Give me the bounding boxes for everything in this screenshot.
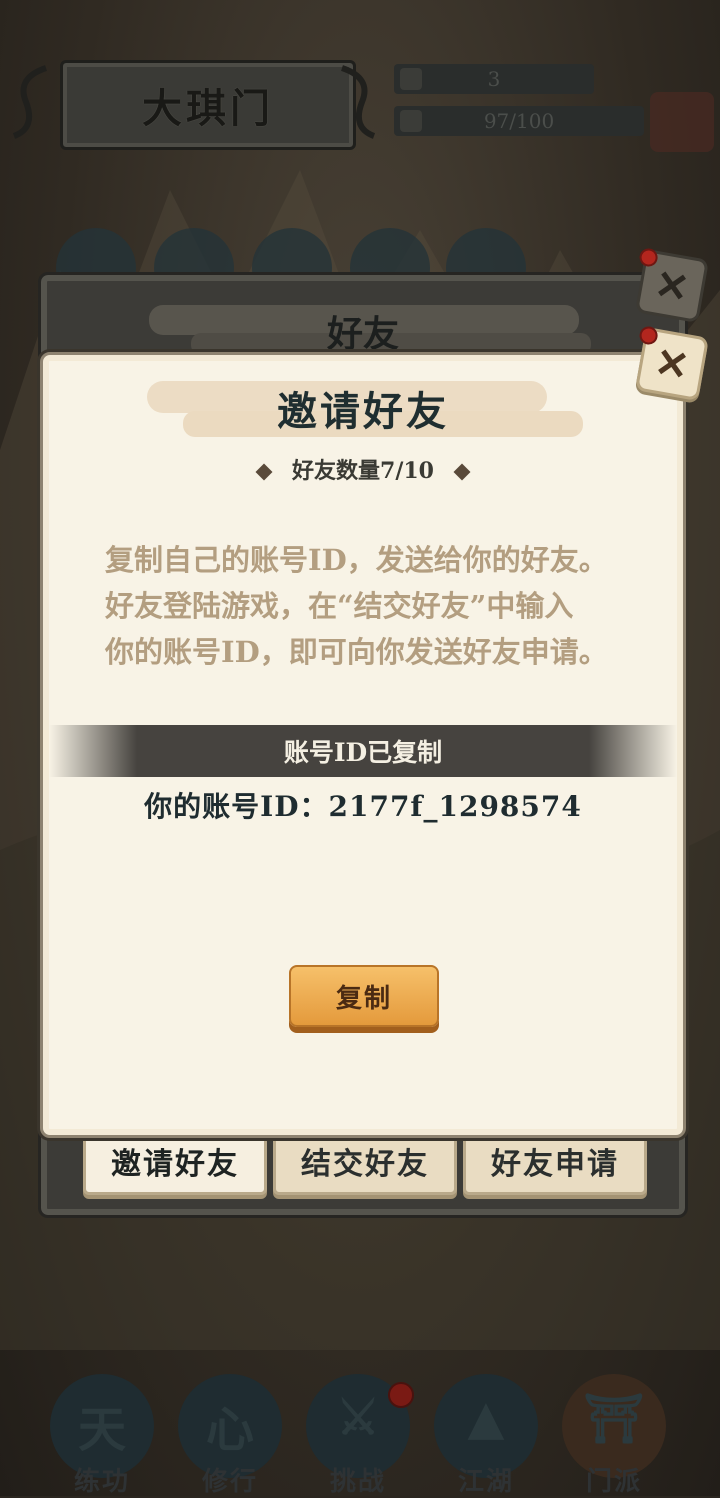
- instruction-line: 好友登陆游戏，在“结交好友”中输入: [105, 589, 574, 623]
- instruction-line: 复制自己的账号ID，发送给你的好友。: [105, 543, 608, 577]
- friend-count-row: 好友数量7/10: [43, 453, 683, 485]
- progress-icon: [400, 110, 422, 132]
- bottom-navigation: 天 练功 心 修行 ⚔ 挑战 ▲ 江湖 ⛩ 门派: [0, 1360, 720, 1497]
- resource-stat: 3: [394, 64, 594, 94]
- friends-panel-title: 好友: [326, 313, 399, 355]
- progress-value: 97/100: [483, 109, 555, 133]
- sect-name: 大琪门: [142, 85, 274, 132]
- nav-jianghu[interactable]: ▲ 江湖: [434, 1374, 538, 1497]
- friend-count: 好友数量7/10: [292, 458, 434, 484]
- gate-icon: ⛩: [583, 1391, 645, 1447]
- diamond-icon: [255, 463, 273, 481]
- heart-glyph-icon: 心: [205, 1402, 254, 1458]
- nav-practice[interactable]: 天 练功: [50, 1374, 154, 1497]
- top-bar: 大琪门 3 97/100: [0, 40, 720, 152]
- nav-label: 江湖: [457, 1467, 514, 1497]
- dialog-title: 邀请好友: [277, 388, 449, 435]
- nav-label: 修行: [201, 1467, 258, 1497]
- notification-dot: [388, 1382, 414, 1408]
- banner-scroll-left-icon: [12, 65, 48, 139]
- close-icon: ✕: [651, 259, 693, 313]
- nav-sect[interactable]: ⛩ 门派: [562, 1374, 666, 1497]
- resource-icon: [400, 68, 422, 90]
- treasure-chest-icon[interactable]: [650, 92, 714, 152]
- nav-label: 门派: [585, 1467, 642, 1497]
- invite-dialog-close-button[interactable]: ✕: [634, 325, 710, 402]
- nav-label: 挑战: [329, 1467, 386, 1497]
- sect-name-banner[interactable]: 大琪门: [60, 60, 356, 150]
- banner-scroll-right-icon: [340, 65, 376, 139]
- close-icon: ✕: [651, 337, 693, 391]
- invite-friends-dialog: 邀请好友 好友数量7/10 复制自己的账号ID，发送给你的好友。 好友登陆游戏，…: [40, 352, 686, 1138]
- friends-panel-close-button[interactable]: ✕: [634, 247, 710, 324]
- copied-notice: 账号ID已复制: [49, 725, 677, 777]
- practice-icon: 天: [77, 1402, 126, 1458]
- account-id: 你的账号ID：2177f_1298574: [144, 790, 582, 823]
- instruction-line: 你的账号ID，即可向你发送好友申请。: [105, 635, 608, 669]
- nav-label: 练功: [73, 1467, 130, 1497]
- mountain-icon: ▲: [467, 1390, 505, 1446]
- nav-cultivate[interactable]: 心 修行: [178, 1374, 282, 1497]
- instructions-text: 复制自己的账号ID，发送给你的好友。 好友登陆游戏，在“结交好友”中输入 你的账…: [105, 537, 645, 675]
- progress-stat: 97/100: [394, 106, 644, 136]
- copy-button[interactable]: 复制: [289, 965, 439, 1027]
- resource-count: 3: [487, 67, 501, 91]
- diamond-icon: [453, 463, 471, 481]
